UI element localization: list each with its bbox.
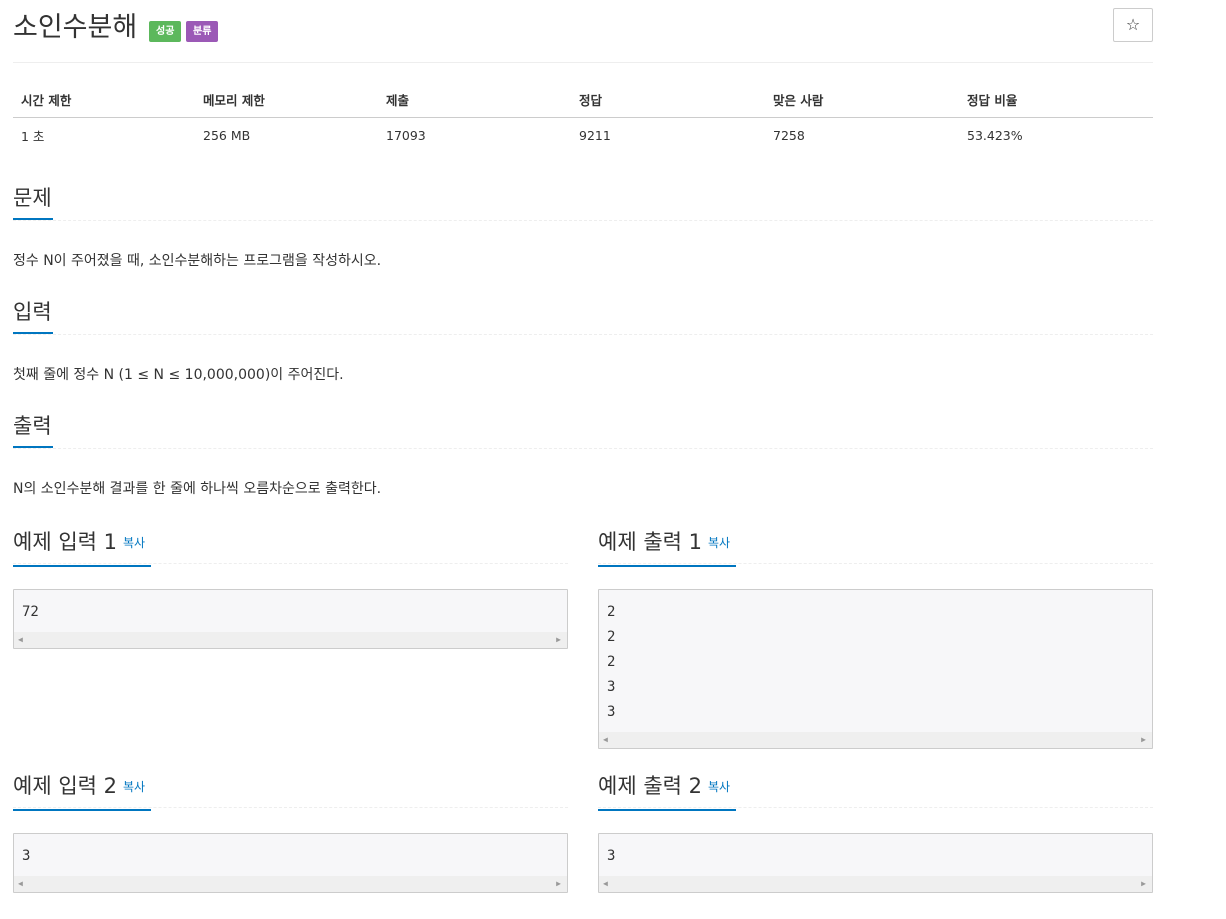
info-header-time-limit: 시간 제한 — [13, 82, 195, 118]
info-header-submissions: 제출 — [378, 82, 571, 118]
problem-heading: 문제 — [13, 185, 53, 220]
info-time-limit: 1 초 — [21, 129, 45, 144]
title-row: 소인수분해 성공 분류 ☆ — [13, 8, 1153, 48]
sample-output-2-underline — [598, 809, 736, 811]
scroll-left-icon[interactable]: ◀ — [603, 732, 608, 748]
input-heading-text: 입력 — [13, 300, 52, 324]
sample-input-2-heading-text: 예제 입력 2 — [13, 774, 117, 798]
scroll-right-icon[interactable]: ▶ — [556, 632, 561, 648]
sample-input-1-content: 72 — [22, 604, 39, 620]
info-header-ratio: 정답 비율 — [959, 82, 1153, 118]
sample-input-1-underline — [13, 565, 151, 567]
sample-output-1-content: 2 2 2 3 3 — [607, 604, 616, 720]
sample-input-1-divider — [13, 563, 568, 564]
sample-output-1-underline — [598, 565, 736, 567]
sample-output-1-box[interactable]: 2 2 2 3 3 ◀ ▶ — [598, 589, 1153, 749]
sample-input-2-content: 3 — [22, 848, 31, 864]
sample-output-2-scrollbar[interactable]: ◀ ▶ — [599, 876, 1152, 892]
sample-input-1-heading: 예제 입력 1 복사 — [13, 529, 151, 567]
sample-output-1-scrollbar[interactable]: ◀ ▶ — [599, 732, 1152, 748]
sample-output-2-box[interactable]: 3 ◀ ▶ — [598, 833, 1153, 893]
sample-input-2-box[interactable]: 3 ◀ ▶ — [13, 833, 568, 893]
copy-sample-input-1-link[interactable]: 복사 — [123, 536, 145, 550]
scroll-right-icon[interactable]: ▶ — [1141, 732, 1146, 748]
star-icon: ☆ — [1125, 15, 1141, 34]
info-memory-limit: 256 MB — [203, 128, 251, 143]
output-description: N의 소인수분해 결과를 한 줄에 하나씩 오름차순으로 출력한다. — [13, 481, 382, 497]
info-submissions[interactable]: 17093 — [378, 118, 571, 154]
sample-input-2-scrollbar[interactable]: ◀ ▶ — [14, 876, 567, 892]
sample-input-1-box[interactable]: 72 ◀ ▶ — [13, 589, 568, 649]
scroll-left-icon[interactable]: ◀ — [18, 876, 23, 892]
scroll-right-icon[interactable]: ▶ — [1141, 876, 1146, 892]
category-badge[interactable]: 분류 — [186, 21, 219, 42]
output-divider — [13, 448, 1153, 449]
info-header-row: 시간 제한 메모리 제한 제출 정답 맞은 사람 정답 비율 — [13, 82, 1153, 118]
sample-output-1-divider — [598, 563, 1153, 564]
scroll-left-icon[interactable]: ◀ — [603, 876, 608, 892]
input-description: 첫째 줄에 정수 N (1 ≤ N ≤ 10,000,000)이 주어진다. — [13, 367, 344, 383]
copy-sample-output-1-link[interactable]: 복사 — [708, 536, 730, 550]
problem-description: 정수 N이 주어졌을 때, 소인수분해하는 프로그램을 작성하시오. — [13, 253, 382, 269]
output-heading: 출력 — [13, 413, 53, 448]
sample-output-1-heading-text: 예제 출력 1 — [598, 530, 702, 554]
sample-input-2-underline — [13, 809, 151, 811]
star-button[interactable]: ☆ — [1113, 8, 1153, 42]
sample-input-2-heading: 예제 입력 2 복사 — [13, 773, 151, 811]
info-accepted[interactable]: 9211 — [571, 118, 765, 154]
scroll-right-icon[interactable]: ▶ — [556, 876, 561, 892]
output-heading-text: 출력 — [13, 414, 52, 438]
sample-output-2-heading-text: 예제 출력 2 — [598, 774, 702, 798]
header-divider — [13, 62, 1153, 63]
input-divider — [13, 334, 1153, 335]
page-title: 소인수분해 — [13, 12, 138, 43]
sample-output-2-divider — [598, 807, 1153, 808]
problem-divider — [13, 220, 1153, 221]
sample-input-2-divider — [13, 807, 568, 808]
sample-output-1-heading: 예제 출력 1 복사 — [598, 529, 736, 567]
info-ratio: 53.423% — [967, 128, 1023, 143]
copy-sample-input-2-link[interactable]: 복사 — [123, 780, 145, 794]
sample-output-2-heading: 예제 출력 2 복사 — [598, 773, 736, 811]
input-heading: 입력 — [13, 299, 53, 334]
copy-sample-output-2-link[interactable]: 복사 — [708, 780, 730, 794]
sample-output-2-content: 3 — [607, 848, 616, 864]
info-header-accepted: 정답 — [571, 82, 765, 118]
problem-heading-text: 문제 — [13, 186, 52, 210]
info-header-solvers: 맞은 사람 — [765, 82, 959, 118]
info-header-memory-limit: 메모리 제한 — [195, 82, 378, 118]
sample-input-1-scrollbar[interactable]: ◀ ▶ — [14, 632, 567, 648]
sample-input-1-heading-text: 예제 입력 1 — [13, 530, 117, 554]
success-badge[interactable]: 성공 — [149, 21, 182, 42]
info-value-row: 1 초 256 MB 17093 9211 7258 53.423% — [13, 118, 1153, 154]
problem-info-table: 시간 제한 메모리 제한 제출 정답 맞은 사람 정답 비율 1 초 256 M… — [13, 82, 1153, 153]
scroll-left-icon[interactable]: ◀ — [18, 632, 23, 648]
info-solvers[interactable]: 7258 — [765, 118, 959, 154]
